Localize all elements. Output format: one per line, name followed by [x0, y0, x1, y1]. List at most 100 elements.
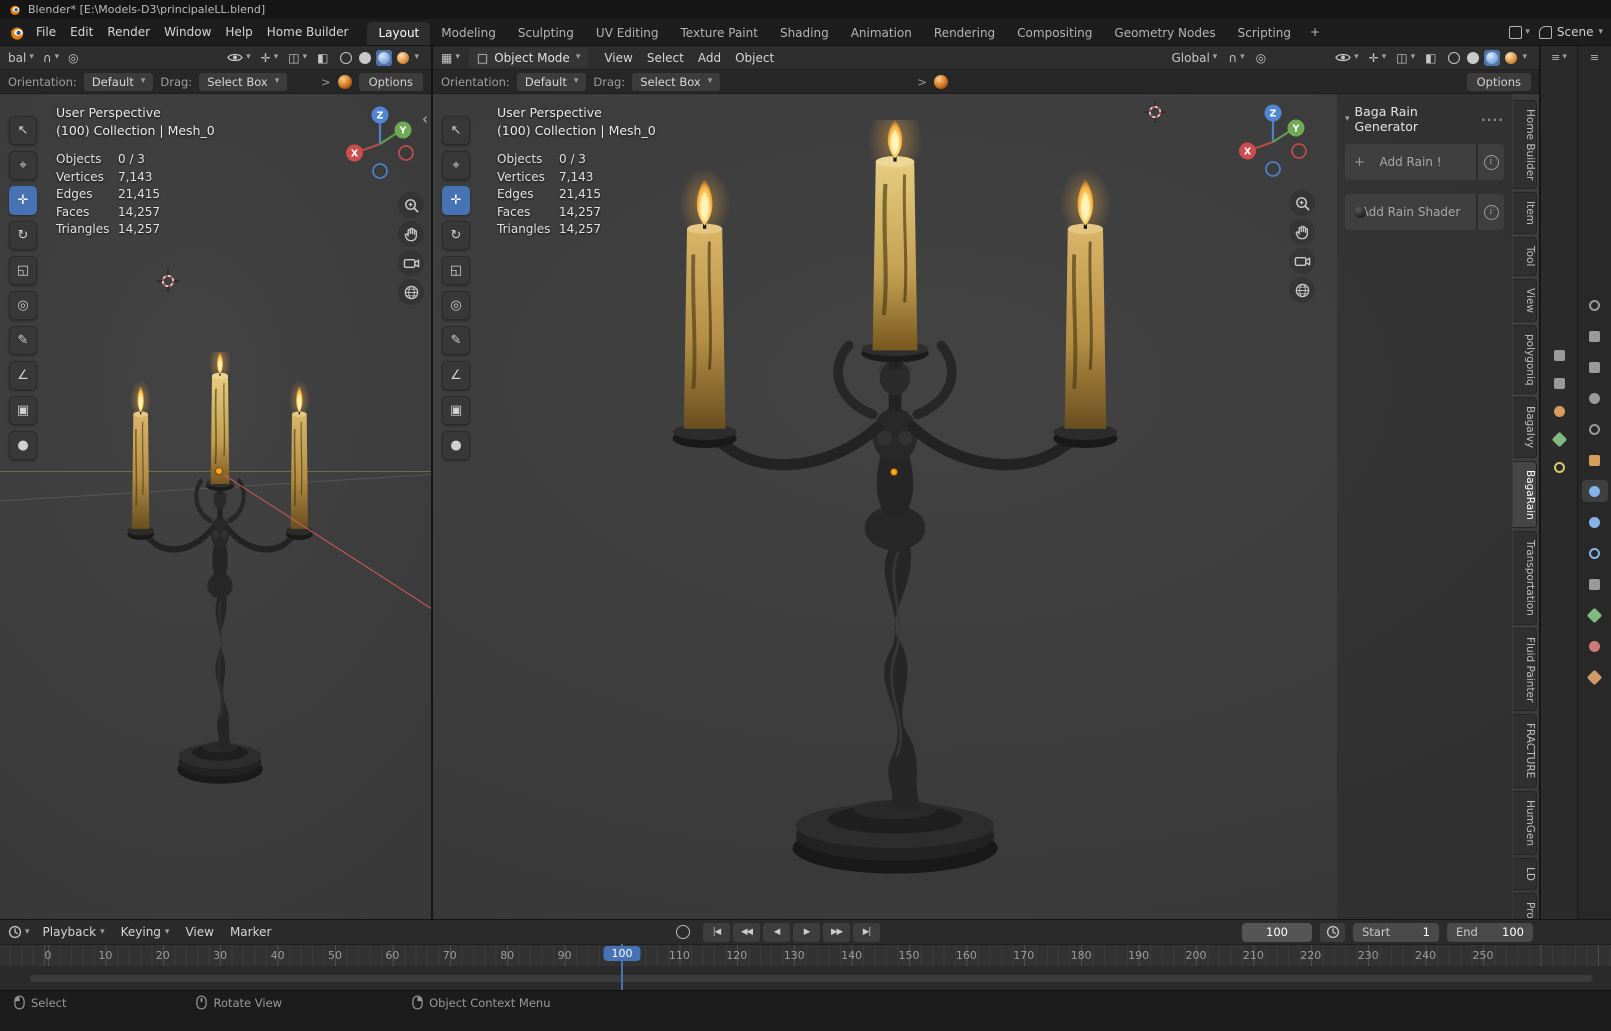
show-overlays-button[interactable]: ◫ ▾	[288, 51, 307, 65]
workspace-tab-animation[interactable]: Animation	[840, 22, 923, 45]
pan-button[interactable]	[1289, 219, 1315, 245]
tool-move-button[interactable]: ✛	[9, 186, 37, 215]
pan-button[interactable]	[398, 221, 424, 247]
timeline-track-area[interactable]	[0, 966, 1611, 990]
expand-arrow-icon[interactable]: >	[321, 75, 331, 89]
zoom-button[interactable]	[398, 192, 424, 218]
tool-addon-tool-button[interactable]: ●	[442, 431, 470, 460]
show-gizmo-button[interactable]: ✛ ▾	[1369, 51, 1387, 65]
viewport-menu-object[interactable]: Object	[728, 48, 781, 68]
blender-menu-icon[interactable]	[8, 24, 25, 41]
navigation-gizmo[interactable]: Z X Y	[340, 104, 420, 184]
sidebar-tab-procedural-cro[interactable]: Procedural Cro	[1513, 892, 1537, 919]
options-button[interactable]: Options	[1466, 72, 1531, 91]
camera-view-button[interactable]	[398, 250, 424, 276]
outliner-filter-icon[interactable]	[1547, 344, 1571, 366]
shading-wireframe-button[interactable]	[338, 50, 354, 66]
panel-grip-icon[interactable]: ····	[1481, 112, 1504, 127]
show-overlays-button[interactable]: ◫ ▾	[1396, 51, 1415, 65]
shading-wireframe-button[interactable]	[1446, 50, 1462, 66]
orientation-select[interactable]: Default ▾	[516, 72, 587, 91]
sidebar-tab-fracture[interactable]: FRACTURE	[1513, 714, 1537, 788]
tool-transform-button[interactable]: ◎	[9, 291, 37, 320]
tool-cursor-button[interactable]: ⌖	[9, 151, 37, 180]
auto-keying-button[interactable]	[676, 925, 690, 939]
tool-rotate-button[interactable]: ↻	[9, 221, 37, 250]
timeline-menu-playback[interactable]: Playback ▾	[36, 922, 112, 942]
workspace-tab-uv-editing[interactable]: UV Editing	[585, 22, 670, 45]
sidebar-collapse-arrow[interactable]: ‹	[422, 110, 428, 128]
tool-scale-button[interactable]: ◱	[442, 256, 470, 285]
workspace-tab-compositing[interactable]: Compositing	[1006, 22, 1103, 45]
tool-select-box-button[interactable]: ↖	[9, 116, 37, 145]
outliner-mesh-data-icon[interactable]	[1547, 428, 1571, 450]
viewport-menu-view[interactable]: View	[597, 48, 639, 68]
properties-tab-modifiers[interactable]	[1581, 480, 1608, 502]
timeline-scrollbar[interactable]	[30, 975, 1593, 982]
properties-editor-type-button[interactable]: ≡	[1578, 46, 1611, 64]
next-keyframe-button[interactable]: ▶▶	[823, 922, 850, 942]
timeline-ruler[interactable]: 0 10 20 30 40 50 60 70 80 90 100 110 120 130 140 150 160…	[0, 944, 1611, 966]
play-button[interactable]: ▶	[793, 922, 820, 942]
jump-to-start-button[interactable]: |◀	[703, 922, 730, 942]
properties-tab-particles[interactable]	[1582, 511, 1608, 533]
orientation-dropdown-truncated[interactable]: bal ▾	[8, 51, 34, 65]
current-frame-field[interactable]: 100	[1242, 922, 1312, 942]
editor-type-button[interactable]: ▦ ▾	[441, 51, 460, 65]
tool-annotate-button[interactable]: ✎	[442, 326, 470, 355]
navigation-gizmo[interactable]: Z X Y	[1233, 102, 1313, 182]
expand-arrow-icon[interactable]: >	[917, 75, 927, 89]
properties-tab-object[interactable]	[1582, 449, 1608, 471]
properties-tab-world[interactable]	[1582, 418, 1608, 440]
shading-solid-button[interactable]	[1465, 50, 1481, 66]
timeline-menu-keying[interactable]: Keying ▾	[114, 922, 177, 942]
workspace-tab-rendering[interactable]: Rendering	[923, 22, 1006, 45]
sidebar-tab-fluid-painter[interactable]: Fluid Painter	[1513, 628, 1537, 712]
sidebar-tab-item[interactable]: Item	[1513, 192, 1537, 235]
sidebar-tab-polygoniq[interactable]: polygoniq	[1513, 324, 1537, 395]
tool-move-button[interactable]: ✛	[442, 186, 470, 215]
candelabra-model[interactable]	[120, 352, 320, 792]
workspace-tab-layout[interactable]: Layout	[367, 22, 431, 45]
shading-rendered-button[interactable]	[1503, 50, 1519, 66]
properties-tab-physics[interactable]	[1582, 542, 1608, 564]
properties-tab-view-layer[interactable]	[1582, 356, 1608, 378]
snap-magnet-button[interactable]: ∩ ▾	[1228, 51, 1244, 65]
sidebar-tab-bagarain[interactable]: BagaRain	[1513, 460, 1537, 529]
scene-selector[interactable]: Scene ▾	[1538, 25, 1603, 39]
workspace-tab-texture-paint[interactable]: Texture Paint	[670, 22, 769, 45]
timeline-menu-view[interactable]: View	[178, 922, 220, 942]
shading-solid-button[interactable]	[357, 50, 373, 66]
properties-tab-render[interactable]	[1582, 294, 1608, 316]
outliner-object-icon[interactable]	[1547, 400, 1571, 422]
show-gizmo-button[interactable]: ✛ ▾	[261, 51, 279, 65]
add-workspace-button[interactable]: +	[1302, 22, 1328, 42]
sidebar-tab-bagaivy[interactable]: BagaIvy	[1513, 397, 1537, 458]
viewport-right-canvas[interactable]: ↖ ⌖ ✛ ↻ ◱ ◎ ✎ ∠ ▣ ● User Perspective (100) Collec…	[433, 94, 1539, 919]
panel-header[interactable]: ▾ Baga Rain Generator ····	[1343, 102, 1506, 144]
drag-select[interactable]: Select Box ▾	[632, 72, 721, 91]
jump-to-end-button[interactable]: ▶|	[853, 922, 880, 942]
sidebar-tab-tool[interactable]: Tool	[1513, 237, 1537, 276]
menu-render[interactable]: Render	[100, 22, 157, 42]
transform-orientation-dropdown[interactable]: Global ▾	[1172, 51, 1218, 65]
zoom-button[interactable]	[1289, 190, 1315, 216]
object-visibility-dropdown[interactable]: ▾	[227, 52, 251, 63]
tool-rotate-button[interactable]: ↻	[442, 221, 470, 250]
outliner-editor-type-button[interactable]: ≡ ▾	[1541, 46, 1577, 64]
tool-scale-button[interactable]: ◱	[9, 256, 37, 285]
tool-transform-button[interactable]: ◎	[442, 291, 470, 320]
toggle-xray-button[interactable]: ◧	[317, 51, 328, 65]
shading-material-button[interactable]	[1484, 49, 1501, 66]
use-preview-range-button[interactable]	[1320, 922, 1345, 942]
object-visibility-dropdown[interactable]: ▾	[1335, 52, 1359, 63]
menu-home-builder[interactable]: Home Builder	[260, 22, 356, 42]
workspace-tab-sculpting[interactable]: Sculpting	[507, 22, 585, 45]
properties-tab-scene[interactable]	[1582, 387, 1608, 409]
workspace-tab-modeling[interactable]: Modeling	[430, 22, 507, 45]
options-button[interactable]: Options	[358, 72, 423, 91]
tool-cursor-button[interactable]: ⌖	[442, 151, 470, 180]
properties-tab-texture[interactable]	[1582, 666, 1608, 688]
mode-selector[interactable]: □ Object Mode ▾	[468, 48, 589, 67]
viewport-menu-add[interactable]: Add	[691, 48, 728, 68]
